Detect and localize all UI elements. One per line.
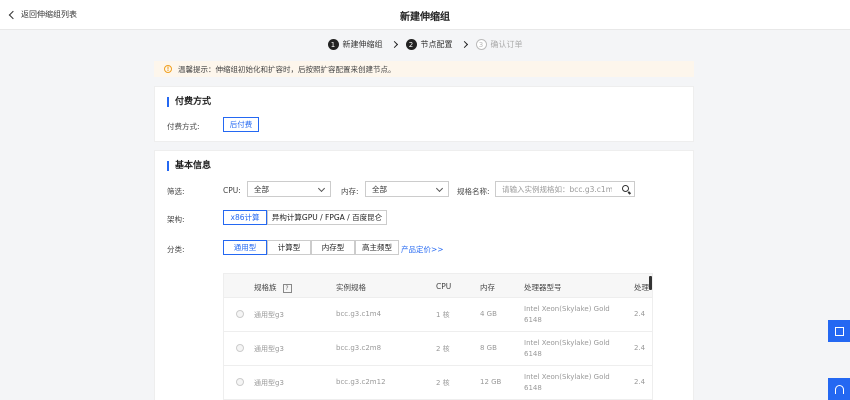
- filter-label: 筛选:: [167, 187, 185, 196]
- scrollbar[interactable]: [649, 276, 652, 290]
- col-freq: 处理: [634, 283, 649, 292]
- step-label: 节点配置: [420, 40, 453, 49]
- category-high-freq-option[interactable]: 高主频型: [355, 240, 399, 255]
- chevron-right-icon: [390, 40, 398, 49]
- pricing-link[interactable]: 产品定价>>: [401, 244, 444, 255]
- warning-icon: !: [164, 65, 172, 73]
- category-label: 分类:: [167, 245, 185, 254]
- cell-family: 通用型g3: [254, 345, 284, 353]
- cell-cpu-model-cont: 6148: [524, 350, 542, 358]
- cell-spec: bcc.g3.c2m8: [336, 344, 382, 352]
- row-radio[interactable]: [236, 344, 244, 352]
- col-memory: 内存: [480, 283, 495, 292]
- notice-text: 温馨提示：伸缩组初始化和扩容时，后按照扩容配置来创建节点。: [178, 64, 396, 74]
- basic-info-title: 基本信息: [167, 161, 211, 171]
- support-button[interactable]: [828, 378, 850, 400]
- row-radio[interactable]: [236, 378, 244, 386]
- cell-freq: 2.4: [634, 378, 646, 386]
- postpaid-option[interactable]: 后付费: [223, 117, 259, 132]
- cell-cpu: 1 核: [436, 311, 450, 319]
- cell-memory: 12 GB: [480, 378, 502, 386]
- cell-cpu-model: Intel Xeon(Skylake) Gold: [524, 305, 610, 313]
- spec-table: 规格族? 实例规格 CPU 内存 处理器型号 处理 通用型g3 bcc.g3.c…: [223, 273, 653, 400]
- category-general-option[interactable]: 通用型: [223, 240, 267, 255]
- cell-spec: bcc.g3.c1m4: [336, 310, 382, 318]
- chevron-right-icon: [460, 40, 468, 49]
- cell-cpu-model: Intel Xeon(Skylake) Gold: [524, 339, 610, 347]
- cpu-select[interactable]: 全部: [247, 181, 331, 197]
- chevron-down-icon: [435, 184, 444, 193]
- cell-family: 通用型g3: [254, 311, 284, 319]
- step-indicator: 1 新建伸缩组 2 节点配置 3 确认订单: [0, 39, 850, 50]
- payment-card: 付费方式 付费方式: 后付费: [154, 86, 694, 142]
- step-label: 新建伸缩组: [342, 40, 383, 49]
- table-row[interactable]: 通用型g3 bcc.g3.c2m8 2 核 8 GB Intel Xeon(Sk…: [224, 332, 652, 366]
- table-row[interactable]: 通用型g3 bcc.g3.c1m4 1 核 4 GB Intel Xeon(Sk…: [224, 298, 652, 332]
- cell-cpu-model-cont: 6148: [524, 384, 542, 392]
- payment-label: 付费方式:: [167, 122, 200, 131]
- memory-label: 内存:: [341, 187, 359, 196]
- table-row[interactable]: 通用型g3 bcc.g3.c2m12 2 核 12 GB Intel Xeon(…: [224, 366, 652, 400]
- step-number: 3: [475, 39, 487, 50]
- spec-search-input[interactable]: [502, 184, 612, 194]
- cell-cpu: 2 核: [436, 345, 450, 353]
- col-spec: 实例规格: [336, 283, 366, 292]
- cell-family: 通用型g3: [254, 379, 284, 387]
- cpu-select-value: 全部: [254, 184, 269, 194]
- cell-memory: 4 GB: [480, 310, 497, 318]
- step-2: 2 节点配置: [405, 39, 453, 50]
- arch-x86-option[interactable]: x86计算: [223, 210, 267, 225]
- cell-freq: 2.4: [634, 310, 646, 318]
- category-memory-option[interactable]: 内存型: [311, 240, 355, 255]
- col-cpu-model: 处理器型号: [524, 283, 562, 292]
- row-radio[interactable]: [236, 310, 244, 318]
- spec-search-box: [495, 181, 635, 197]
- arch-label: 架构:: [167, 215, 185, 224]
- edit-button[interactable]: [828, 320, 850, 342]
- top-bar: 返回伸缩组列表 新建伸缩组: [0, 0, 850, 30]
- notice-banner: ! 温馨提示：伸缩组初始化和扩容时，后按照扩容配置来创建节点。: [154, 61, 694, 77]
- cell-cpu: 2 核: [436, 379, 450, 387]
- step-3: 3 确认订单: [475, 39, 523, 50]
- headset-icon: [834, 384, 844, 394]
- col-cpu: CPU: [436, 282, 452, 291]
- cell-freq: 2.4: [634, 344, 646, 352]
- chevron-down-icon: [317, 184, 326, 193]
- payment-title: 付费方式: [167, 97, 211, 107]
- step-number: 1: [327, 39, 339, 50]
- memory-select[interactable]: 全部: [365, 181, 449, 197]
- table-header: 规格族? 实例规格 CPU 内存 处理器型号 处理: [224, 274, 652, 298]
- step-number: 2: [405, 39, 417, 50]
- basic-info-card: 基本信息 筛选: CPU: 全部 内存: 全部 规格名称: 架构: x86计算 …: [154, 150, 694, 400]
- page-title: 新建伸缩组: [400, 12, 450, 23]
- step-label: 确认订单: [490, 40, 523, 49]
- category-compute-option[interactable]: 计算型: [267, 240, 311, 255]
- edit-icon: [834, 326, 844, 336]
- cpu-label: CPU:: [223, 186, 241, 195]
- cell-cpu-model: Intel Xeon(Skylake) Gold: [524, 373, 610, 381]
- cell-memory: 8 GB: [480, 344, 497, 352]
- arch-heterogeneous-option[interactable]: 异构计算GPU / FPGA / 百度昆仑: [267, 210, 387, 225]
- step-1: 1 新建伸缩组: [327, 39, 383, 50]
- cell-cpu-model-cont: 6148: [524, 316, 542, 324]
- col-family: 规格族?: [254, 282, 292, 293]
- memory-select-value: 全部: [372, 184, 387, 194]
- spec-name-label: 规格名称:: [457, 187, 490, 196]
- help-icon[interactable]: ?: [282, 284, 292, 293]
- search-icon[interactable]: [622, 185, 629, 192]
- cell-spec: bcc.g3.c2m12: [336, 378, 386, 386]
